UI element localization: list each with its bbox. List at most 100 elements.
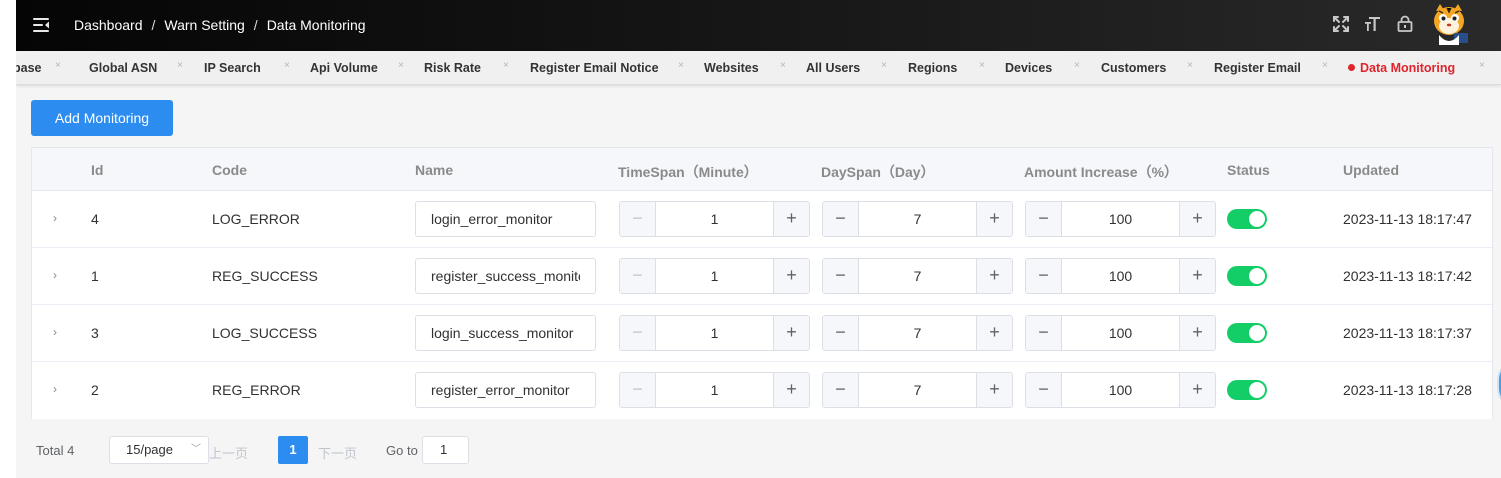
tag-websites[interactable]: Websites [704, 61, 759, 75]
tag-close-icon[interactable]: × [1187, 60, 1193, 71]
tag-register-email-notice[interactable]: Register Email Notice [530, 61, 659, 75]
tag-ip-search[interactable]: IP Search [204, 61, 261, 75]
decrease-button[interactable]: − [620, 202, 656, 236]
name-input[interactable] [415, 201, 596, 237]
tag-label: Data Monitoring [1360, 61, 1456, 75]
tag-close-icon[interactable]: × [1479, 60, 1485, 71]
tag-close-icon[interactable]: × [678, 60, 684, 71]
increase-button[interactable]: + [773, 373, 809, 407]
tag-devices[interactable]: Devices [1005, 61, 1052, 75]
page-size-select[interactable]: 15/page ﹀ [109, 436, 209, 464]
font-size-icon[interactable] [1364, 15, 1382, 33]
cell-id: 1 [91, 268, 99, 284]
expand-arrow-icon[interactable]: › [53, 268, 57, 282]
floating-assistant-button[interactable]: ⌘ [1497, 360, 1501, 408]
tag-customers[interactable]: Customers [1101, 61, 1166, 75]
prev-page-button[interactable]: 上一页 [209, 443, 248, 462]
increase-button[interactable]: + [976, 373, 1012, 407]
decrease-button[interactable]: − [620, 259, 656, 293]
tag-close-icon[interactable]: × [1322, 60, 1328, 71]
decrease-button[interactable]: − [1026, 373, 1062, 407]
stepper-value[interactable]: 7 [859, 259, 976, 293]
tag-all-users[interactable]: All Users [806, 61, 860, 75]
tag-close-icon[interactable]: × [881, 60, 887, 71]
tag-close-icon[interactable]: × [503, 60, 509, 71]
tag-close-icon[interactable]: × [1074, 60, 1080, 71]
stepper-value[interactable]: 7 [859, 316, 976, 350]
dayspan-stepper: − 7 + [822, 201, 1013, 237]
goto-page-input[interactable]: 1 [422, 436, 469, 464]
tag-risk-rate[interactable]: Risk Rate [424, 61, 481, 75]
tag-register-email[interactable]: Register Email [1214, 61, 1301, 75]
expand-arrow-icon[interactable]: › [53, 325, 57, 339]
decrease-button[interactable]: − [823, 373, 859, 407]
avatar[interactable] [1427, 3, 1471, 47]
fullscreen-icon[interactable] [1332, 15, 1350, 33]
expand-arrow-icon[interactable]: › [53, 211, 57, 225]
stepper-value[interactable]: 100 [1062, 259, 1179, 293]
stepper-value[interactable]: 1 [656, 259, 773, 293]
status-toggle[interactable] [1227, 209, 1267, 229]
status-toggle[interactable] [1227, 380, 1267, 400]
amount-stepper: − 100 + [1025, 201, 1216, 237]
decrease-button[interactable]: − [1026, 316, 1062, 350]
name-input[interactable] [415, 258, 596, 294]
stepper-value[interactable]: 100 [1062, 373, 1179, 407]
tag-base[interactable]: base [16, 61, 42, 75]
increase-button[interactable]: + [976, 202, 1012, 236]
timespan-stepper: − 1 + [619, 258, 810, 294]
breadcrumb-warn-setting[interactable]: Warn Setting [164, 17, 244, 33]
header-status: Status [1227, 162, 1270, 178]
top-header: Dashboard / Warn Setting / Data Monitoring [16, 0, 1501, 51]
breadcrumb-dashboard[interactable]: Dashboard [74, 17, 143, 33]
stepper-value[interactable]: 7 [859, 373, 976, 407]
next-page-button[interactable]: 下一页 [318, 443, 357, 462]
decrease-button[interactable]: − [823, 202, 859, 236]
tag-api-volume[interactable]: Api Volume [310, 61, 378, 75]
increase-button[interactable]: + [773, 316, 809, 350]
timespan-stepper: − 1 + [619, 201, 810, 237]
decrease-button[interactable]: − [620, 373, 656, 407]
page-number-current[interactable]: 1 [278, 436, 308, 464]
increase-button[interactable]: + [1179, 373, 1215, 407]
lock-icon[interactable] [1396, 15, 1414, 33]
menu-toggle-icon[interactable] [33, 18, 49, 32]
increase-button[interactable]: + [1179, 316, 1215, 350]
tag-close-icon[interactable]: × [979, 60, 985, 71]
expand-arrow-icon[interactable]: › [53, 382, 57, 396]
tag-close-icon[interactable]: × [780, 60, 786, 71]
decrease-button[interactable]: − [1026, 259, 1062, 293]
increase-button[interactable]: + [773, 202, 809, 236]
tag-close-icon[interactable]: × [398, 60, 404, 71]
increase-button[interactable]: + [1179, 259, 1215, 293]
tag-close-icon[interactable]: × [55, 60, 61, 71]
header-timespan: TimeSpan（Minute） [618, 164, 758, 180]
stepper-value[interactable]: 1 [656, 373, 773, 407]
stepper-value[interactable]: 100 [1062, 316, 1179, 350]
status-toggle[interactable] [1227, 266, 1267, 286]
decrease-button[interactable]: − [620, 316, 656, 350]
increase-button[interactable]: + [976, 316, 1012, 350]
tag-close-icon[interactable]: × [284, 60, 290, 71]
tag-data-monitoring[interactable]: Data Monitoring [1348, 61, 1455, 75]
tag-close-icon[interactable]: × [177, 60, 183, 71]
decrease-button[interactable]: − [823, 316, 859, 350]
stepper-value[interactable]: 7 [859, 202, 976, 236]
breadcrumb-separator: / [151, 17, 156, 33]
increase-button[interactable]: + [773, 259, 809, 293]
stepper-value[interactable]: 100 [1062, 202, 1179, 236]
tag-global-asn[interactable]: Global ASN [89, 61, 157, 75]
decrease-button[interactable]: − [823, 259, 859, 293]
add-monitoring-button[interactable]: Add Monitoring [31, 100, 173, 136]
stepper-value[interactable]: 1 [656, 316, 773, 350]
increase-button[interactable]: + [1179, 202, 1215, 236]
name-input[interactable] [415, 372, 596, 408]
status-toggle[interactable] [1227, 323, 1267, 343]
cell-id: 2 [91, 382, 99, 398]
cell-id: 3 [91, 325, 99, 341]
stepper-value[interactable]: 1 [656, 202, 773, 236]
tag-regions[interactable]: Regions [908, 61, 957, 75]
name-input[interactable] [415, 315, 596, 351]
decrease-button[interactable]: − [1026, 202, 1062, 236]
increase-button[interactable]: + [976, 259, 1012, 293]
